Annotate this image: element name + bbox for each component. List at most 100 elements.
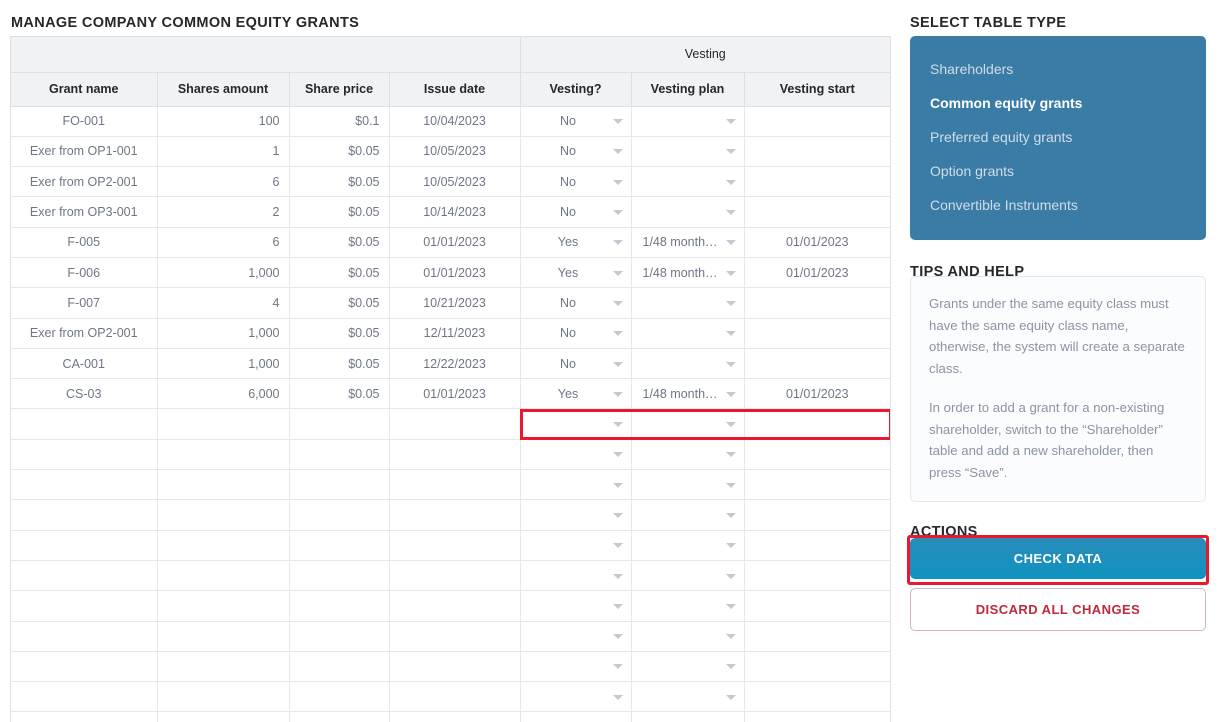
cell-vesting-select[interactable]: No: [520, 196, 632, 228]
cell-share-price[interactable]: $0.05: [289, 378, 390, 410]
cell-issue-date[interactable]: [389, 469, 521, 501]
cell-issue-date[interactable]: 12/11/2023: [389, 318, 521, 349]
cell-share-price[interactable]: $0.05: [289, 287, 390, 319]
cell-vesting-start[interactable]: [744, 166, 890, 198]
cell-shares-amount[interactable]: [157, 560, 290, 592]
table-row[interactable]: Exer from OP2-001 1,000 $0.05 12/11/2023 No: [11, 318, 890, 349]
cell-issue-date[interactable]: [389, 408, 521, 440]
cell-grant-name[interactable]: [11, 711, 158, 722]
cell-shares-amount[interactable]: 1: [157, 136, 290, 168]
cell-vesting-select[interactable]: No: [520, 287, 632, 319]
cell-shares-amount[interactable]: [157, 408, 290, 440]
cell-vesting-plan-select[interactable]: [631, 439, 745, 471]
cell-share-price[interactable]: [289, 621, 390, 652]
cell-vesting-select[interactable]: [520, 681, 632, 713]
cell-vesting-plan-select[interactable]: 1/48 month…: [631, 257, 745, 289]
table-row[interactable]: F-007 4 $0.05 10/21/2023 No: [11, 287, 890, 319]
cell-share-price[interactable]: $0.05: [289, 348, 390, 380]
cell-vesting-plan-select[interactable]: [631, 166, 745, 198]
cell-grant-name[interactable]: Exer from OP2-001: [11, 166, 158, 198]
cell-shares-amount[interactable]: 1,000: [157, 257, 290, 289]
cell-share-price[interactable]: [289, 439, 390, 471]
cell-share-price[interactable]: $0.05: [289, 166, 390, 198]
cell-share-price[interactable]: [289, 499, 390, 531]
cell-vesting-start[interactable]: [744, 136, 890, 168]
cell-issue-date[interactable]: 10/05/2023: [389, 166, 521, 198]
cell-share-price[interactable]: $0.05: [289, 318, 390, 349]
table-row[interactable]: [11, 711, 890, 722]
cell-vesting-start[interactable]: [744, 196, 890, 228]
cell-vesting-plan-select[interactable]: 1/48 month…: [631, 227, 745, 258]
table-row[interactable]: Exer from OP2-001 6 $0.05 10/05/2023 No: [11, 166, 890, 198]
table-row[interactable]: FO-001 100 $0.1 10/04/2023 No: [11, 106, 890, 137]
cell-vesting-plan-select[interactable]: [631, 469, 745, 501]
table-row[interactable]: [11, 651, 890, 683]
column-header-vesting-plan[interactable]: Vesting plan: [631, 72, 745, 107]
cell-shares-amount[interactable]: [157, 499, 290, 531]
cell-vesting-start[interactable]: [744, 318, 890, 349]
cell-vesting-select[interactable]: [520, 590, 632, 622]
cell-vesting-plan-select[interactable]: [631, 560, 745, 592]
cell-shares-amount[interactable]: 6: [157, 227, 290, 258]
cell-shares-amount[interactable]: [157, 530, 290, 561]
cell-vesting-select[interactable]: No: [520, 166, 632, 198]
cell-vesting-plan-select[interactable]: [631, 621, 745, 652]
cell-vesting-select[interactable]: [520, 408, 632, 440]
cell-shares-amount[interactable]: 100: [157, 106, 290, 137]
cell-grant-name[interactable]: CA-001: [11, 348, 158, 380]
cell-shares-amount[interactable]: [157, 469, 290, 501]
cell-grant-name[interactable]: CS-03: [11, 378, 158, 410]
cell-vesting-start[interactable]: [744, 499, 890, 531]
table-row[interactable]: F-006 1,000 $0.05 01/01/2023 Yes 1/48 month… 0…: [11, 257, 890, 289]
table-type-item-preferred-equity-grants[interactable]: Preferred equity grants: [910, 120, 1206, 154]
cell-vesting-select[interactable]: No: [520, 106, 632, 137]
table-row[interactable]: [11, 439, 890, 471]
table-row[interactable]: F-005 6 $0.05 01/01/2023 Yes 1/48 month… 01/01…: [11, 227, 890, 258]
cell-issue-date[interactable]: [389, 560, 521, 592]
cell-grant-name[interactable]: [11, 530, 158, 561]
table-row[interactable]: [11, 681, 890, 713]
cell-shares-amount[interactable]: [157, 439, 290, 471]
cell-vesting-start[interactable]: [744, 439, 890, 471]
cell-vesting-plan-select[interactable]: [631, 348, 745, 380]
cell-grant-name[interactable]: [11, 681, 158, 713]
cell-vesting-plan-select[interactable]: [631, 136, 745, 168]
cell-vesting-select[interactable]: No: [520, 348, 632, 380]
cell-vesting-start[interactable]: [744, 287, 890, 319]
cell-vesting-select[interactable]: Yes: [520, 257, 632, 289]
cell-vesting-plan-select[interactable]: [631, 318, 745, 349]
cell-shares-amount[interactable]: [157, 681, 290, 713]
table-row[interactable]: CS-03 6,000 $0.05 01/01/2023 Yes 1/48 month… 0…: [11, 378, 890, 410]
cell-share-price[interactable]: [289, 681, 390, 713]
column-header-grant-name[interactable]: Grant name: [11, 72, 158, 107]
cell-issue-date[interactable]: 10/05/2023: [389, 136, 521, 168]
cell-issue-date[interactable]: 12/22/2023: [389, 348, 521, 380]
cell-vesting-select[interactable]: [520, 621, 632, 652]
table-row[interactable]: [11, 499, 890, 531]
column-header-vesting-start[interactable]: Vesting start: [744, 72, 890, 107]
table-row[interactable]: [11, 590, 890, 622]
column-header-shares-amount[interactable]: Shares amount: [157, 72, 290, 107]
table-row[interactable]: [11, 560, 890, 592]
cell-grant-name[interactable]: [11, 439, 158, 471]
table-row[interactable]: [11, 469, 890, 501]
cell-vesting-plan-select[interactable]: [631, 499, 745, 531]
cell-share-price[interactable]: $0.05: [289, 227, 390, 258]
cell-grant-name[interactable]: F-005: [11, 227, 158, 258]
cell-vesting-start[interactable]: 01/01/2023: [744, 378, 890, 410]
table-row[interactable]: [11, 408, 890, 440]
cell-vesting-plan-select[interactable]: [631, 408, 745, 440]
cell-shares-amount[interactable]: 2: [157, 196, 290, 228]
cell-issue-date[interactable]: 10/14/2023: [389, 196, 521, 228]
cell-vesting-select[interactable]: [520, 651, 632, 683]
cell-vesting-select[interactable]: No: [520, 318, 632, 349]
cell-shares-amount[interactable]: 4: [157, 287, 290, 319]
cell-shares-amount[interactable]: [157, 590, 290, 622]
cell-grant-name[interactable]: F-006: [11, 257, 158, 289]
table-row[interactable]: Exer from OP1-001 1 $0.05 10/05/2023 No: [11, 136, 890, 168]
cell-vesting-select[interactable]: Yes: [520, 227, 632, 258]
cell-vesting-start[interactable]: [744, 681, 890, 713]
cell-shares-amount[interactable]: [157, 711, 290, 722]
cell-vesting-select[interactable]: No: [520, 136, 632, 168]
cell-grant-name[interactable]: [11, 651, 158, 683]
